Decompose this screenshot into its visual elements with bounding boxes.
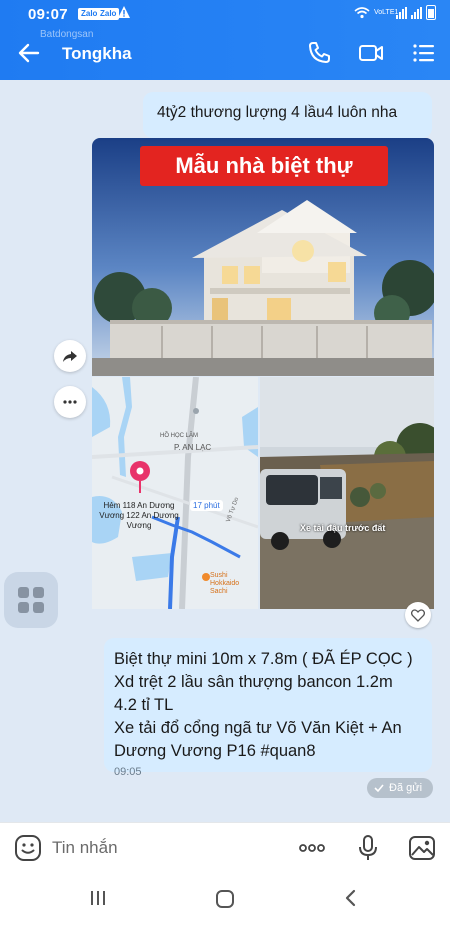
message-time: 09:05 — [114, 766, 142, 778]
chat-header: 09:07 Zalo Zalo VoLTE1 Batdongsan Tongkh… — [0, 0, 450, 80]
message-bubble-main[interactable]: Biệt thự mini 10m x 7.8m ( ĐÃ ÉP CỌC ) X… — [104, 638, 432, 778]
more-horizontal-icon[interactable] — [298, 834, 326, 862]
apps-button[interactable] — [4, 572, 58, 628]
photo-caption-truck: Xe tải đậu trước đất — [300, 523, 386, 533]
message-line: Xe tải đổ cổng ngã tư Võ Văn Kiệt + An — [114, 719, 402, 737]
status-bar: 09:07 Zalo Zalo VoLTE1 — [0, 0, 450, 28]
home-icon[interactable] — [214, 888, 236, 910]
signal-icon-2 — [411, 6, 422, 19]
wifi-icon — [354, 6, 370, 18]
contact-name[interactable]: Tongkha — [62, 44, 132, 64]
message-input[interactable]: Tin nhắn — [52, 838, 118, 858]
photo-caption: Mẫu nhà biệt thự — [140, 146, 388, 186]
nav-bar: Tongkha — [0, 30, 450, 76]
map-pin-label: Hẻm 118 An Dương Vương 122 An Dương Vươn… — [99, 501, 179, 530]
list-menu-icon[interactable] — [410, 39, 438, 67]
video-camera-icon[interactable] — [357, 39, 385, 67]
message-line: Dương Vương P16 #quan8 — [114, 742, 316, 760]
map-label-street: HỒ HỌC LÃM — [160, 433, 199, 439]
check-icon — [374, 784, 384, 793]
message-line: Xd trệt 2 lầu sân thượng bancon 1.2m — [114, 673, 393, 691]
status-icons: VoLTE1 — [354, 5, 436, 20]
phone-icon[interactable] — [305, 39, 333, 67]
react-button[interactable] — [405, 602, 431, 628]
battery-icon — [426, 5, 436, 20]
map-label-ward: P. AN LẠC — [174, 443, 212, 452]
network-type: VoLTE1 — [374, 8, 399, 16]
share-arrow-icon — [63, 351, 77, 362]
message-line: 4.2 tỉ TL — [114, 696, 174, 714]
warning-icon — [118, 6, 130, 18]
recent-apps-icon[interactable] — [88, 888, 108, 908]
sent-status-text: Đã gửi — [389, 782, 423, 794]
emoji-icon[interactable] — [14, 834, 42, 862]
more-horizontal-icon — [63, 400, 77, 404]
truck-photo[interactable]: Xe tải đậu trước đất — [260, 377, 434, 609]
more-options-button[interactable] — [54, 386, 86, 418]
message-text: 4tỷ2 thương lượng 4 lầu4 luôn nha — [157, 104, 398, 121]
forward-button[interactable] — [54, 340, 86, 372]
message-line: Biệt thự mini 10m x 7.8m ( ĐÃ ÉP CỌC ) — [114, 650, 413, 668]
map-route-time: 17 phút — [190, 500, 223, 511]
message-input-bar: Tin nhắn — [0, 822, 450, 872]
signal-icon — [396, 6, 407, 19]
system-navigation-bar — [0, 872, 450, 925]
map-image[interactable]: HỒ HỌC LÃM P. AN LẠC Hẻm 118 An Dương Vư… — [92, 377, 258, 609]
image-icon[interactable] — [408, 834, 436, 862]
status-time: 09:07 — [28, 6, 68, 23]
message-bubble[interactable]: 4tỷ2 thương lượng 4 lầu4 luôn nha — [143, 92, 432, 138]
map-poi: Sushi Hokkaido Sachi — [210, 572, 240, 595]
microphone-icon[interactable] — [354, 834, 382, 862]
arrow-left-icon[interactable] — [16, 40, 42, 66]
sent-status-badge: Đã gửi — [367, 778, 433, 798]
chat-area[interactable]: 4tỷ2 thương lượng 4 lầu4 luôn nha Mẫu nh… — [0, 80, 450, 822]
back-nav-icon[interactable] — [342, 888, 360, 908]
apps-grid-icon — [18, 587, 44, 613]
house-photo[interactable]: Mẫu nhà biệt thự — [92, 138, 434, 376]
truck-image — [260, 377, 434, 609]
heart-icon — [411, 608, 425, 622]
